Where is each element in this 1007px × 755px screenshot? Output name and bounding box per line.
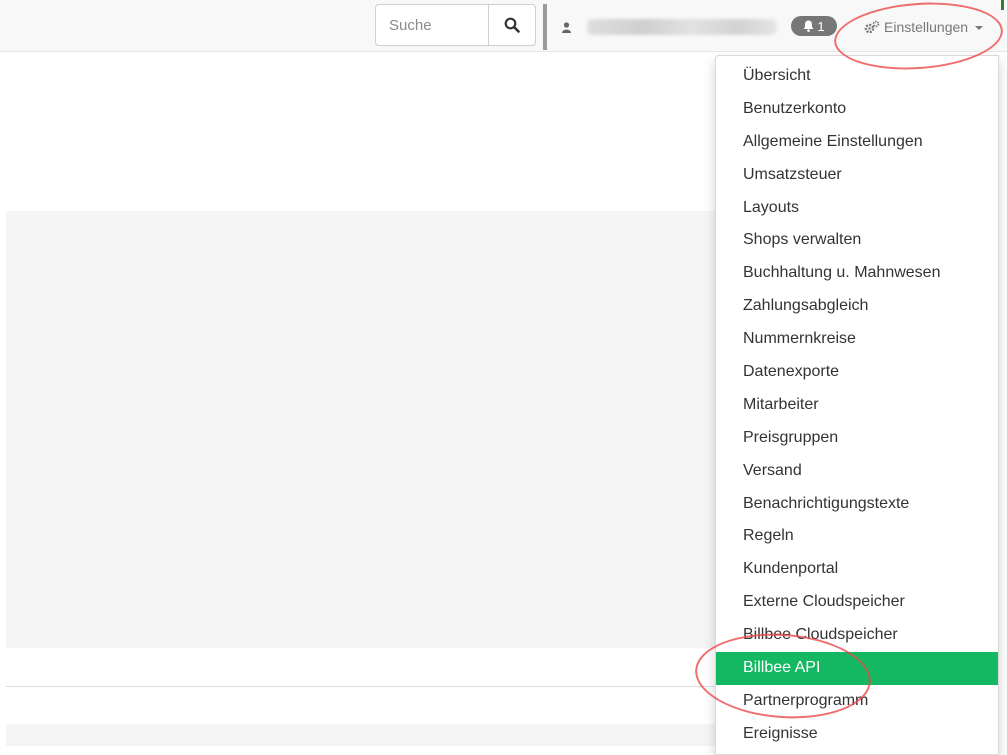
search-button[interactable] [488, 4, 536, 46]
user-icon [562, 21, 571, 33]
settings-menu-item[interactable]: Benutzerkonto [716, 93, 998, 126]
settings-menu-item[interactable]: Nummernkreise [716, 323, 998, 356]
content-panel-footer [6, 724, 721, 746]
settings-menu-item[interactable]: Datenexporte [716, 356, 998, 389]
settings-menu-item[interactable]: Preisgruppen [716, 422, 998, 455]
status-indicator [1001, 0, 1004, 10]
caret-down-icon [975, 26, 984, 30]
notifications-badge[interactable]: 1 [791, 16, 837, 36]
settings-menu-item[interactable]: Benachrichtigungstexte [716, 488, 998, 521]
navbar-divider [543, 4, 547, 50]
settings-label: Einstellungen [884, 19, 969, 35]
settings-dropdown-menu: Übersicht Benutzerkonto Allgemeine Einstel… [715, 55, 999, 755]
settings-menu-item[interactable]: Kundenportal [716, 553, 998, 586]
content-divider [6, 686, 721, 687]
settings-menu-item[interactable]: Umsatzsteuer [716, 159, 998, 192]
settings-menu-item[interactable]: Billbee Cloudspeicher [716, 619, 998, 652]
settings-menu-item[interactable]: Externe Cloudspeicher [716, 586, 998, 619]
settings-menu-item[interactable]: Shops verwalten [716, 224, 998, 257]
settings-menu-item[interactable]: Allgemeine Einstellungen [716, 126, 998, 159]
settings-menu-item[interactable]: Übersicht [716, 60, 998, 93]
settings-menu-item[interactable]: Zahlungsabgleich [716, 290, 998, 323]
top-navbar: 1 Einstellungen [0, 0, 1007, 52]
settings-menu-item[interactable]: Layouts [716, 192, 998, 225]
bell-icon [803, 20, 814, 32]
content-panel [6, 211, 721, 648]
search-icon [504, 17, 520, 33]
user-menu[interactable] [562, 17, 777, 37]
gears-icon [864, 20, 880, 34]
settings-menu-item[interactable]: Buchhaltung u. Mahnwesen [716, 257, 998, 290]
search-input[interactable] [375, 4, 489, 46]
settings-dropdown-toggle[interactable]: Einstellungen [864, 16, 984, 38]
settings-menu-item[interactable]: Regeln [716, 520, 998, 553]
settings-menu-item[interactable]: Billbee API [716, 652, 998, 685]
settings-menu-item[interactable]: Mitarbeiter [716, 389, 998, 422]
user-name-redacted [587, 19, 777, 35]
settings-menu-item[interactable]: Partnerprogramm [716, 685, 998, 718]
settings-menu-item[interactable]: Versand [716, 455, 998, 488]
notification-count: 1 [817, 18, 825, 34]
